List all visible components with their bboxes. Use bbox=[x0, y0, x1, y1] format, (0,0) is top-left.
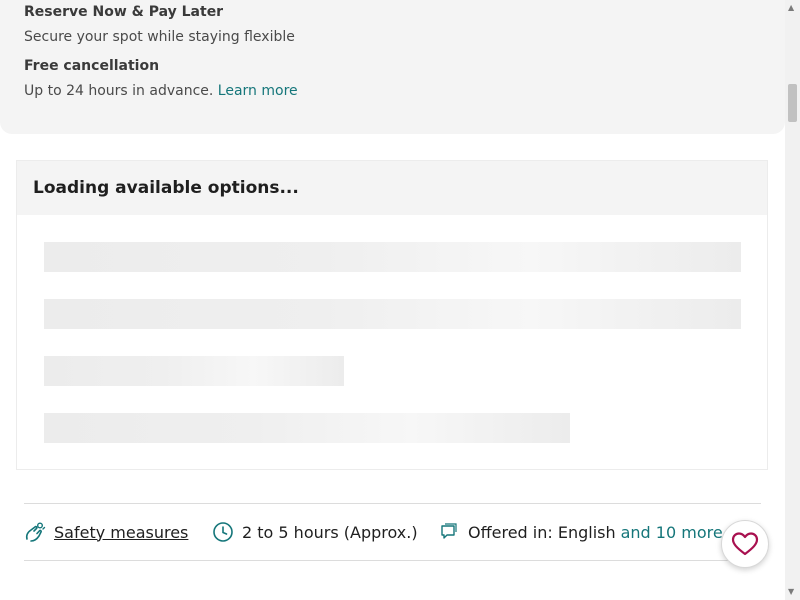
safety-measures-link[interactable]: Safety measures bbox=[54, 523, 188, 542]
hands-icon bbox=[25, 522, 46, 542]
speech-bubble-icon bbox=[441, 523, 457, 539]
scroll-up-arrow-icon[interactable]: ▲ bbox=[788, 3, 794, 13]
languages-item: Offered in: English and 10 more bbox=[438, 504, 723, 560]
cancellation-text: Up to 24 hours in advance. bbox=[24, 83, 214, 99]
languages-text: Offered in: English bbox=[468, 522, 616, 542]
skeleton-line bbox=[44, 356, 344, 386]
available-options-card: Loading available options... bbox=[16, 160, 768, 470]
activity-info-bar: Safety measures 2 to 5 hours (Approx.) O… bbox=[24, 503, 761, 561]
page-scrollbar[interactable]: ▲ ▼ bbox=[785, 0, 800, 600]
scrollbar-thumb[interactable] bbox=[788, 84, 797, 122]
wishlist-button[interactable] bbox=[721, 520, 769, 568]
reserve-now-title: Reserve Now & Pay Later bbox=[24, 4, 224, 20]
learn-more-link[interactable]: Learn more bbox=[218, 83, 298, 99]
options-loading-title: Loading available options... bbox=[17, 161, 767, 215]
duration-text: 2 to 5 hours (Approx.) bbox=[242, 522, 418, 542]
free-cancellation-title: Free cancellation bbox=[24, 58, 160, 74]
skeleton-line bbox=[44, 299, 741, 329]
duration-item: 2 to 5 hours (Approx.) bbox=[212, 504, 418, 560]
scroll-down-arrow-icon[interactable]: ▼ bbox=[788, 587, 794, 597]
free-cancellation-description: Up to 24 hours in advance. Learn more bbox=[24, 83, 298, 99]
more-languages-link[interactable]: and 10 more bbox=[621, 523, 723, 542]
heart-icon bbox=[731, 532, 759, 556]
booking-features-panel: Reserve Now & Pay Later Secure your spot… bbox=[0, 0, 785, 134]
clock-icon bbox=[213, 522, 233, 542]
skeleton-line bbox=[44, 242, 741, 272]
skeleton-line bbox=[44, 413, 570, 443]
reserve-now-description: Secure your spot while staying flexible bbox=[24, 29, 295, 45]
safety-measures-item[interactable]: Safety measures bbox=[24, 504, 188, 560]
